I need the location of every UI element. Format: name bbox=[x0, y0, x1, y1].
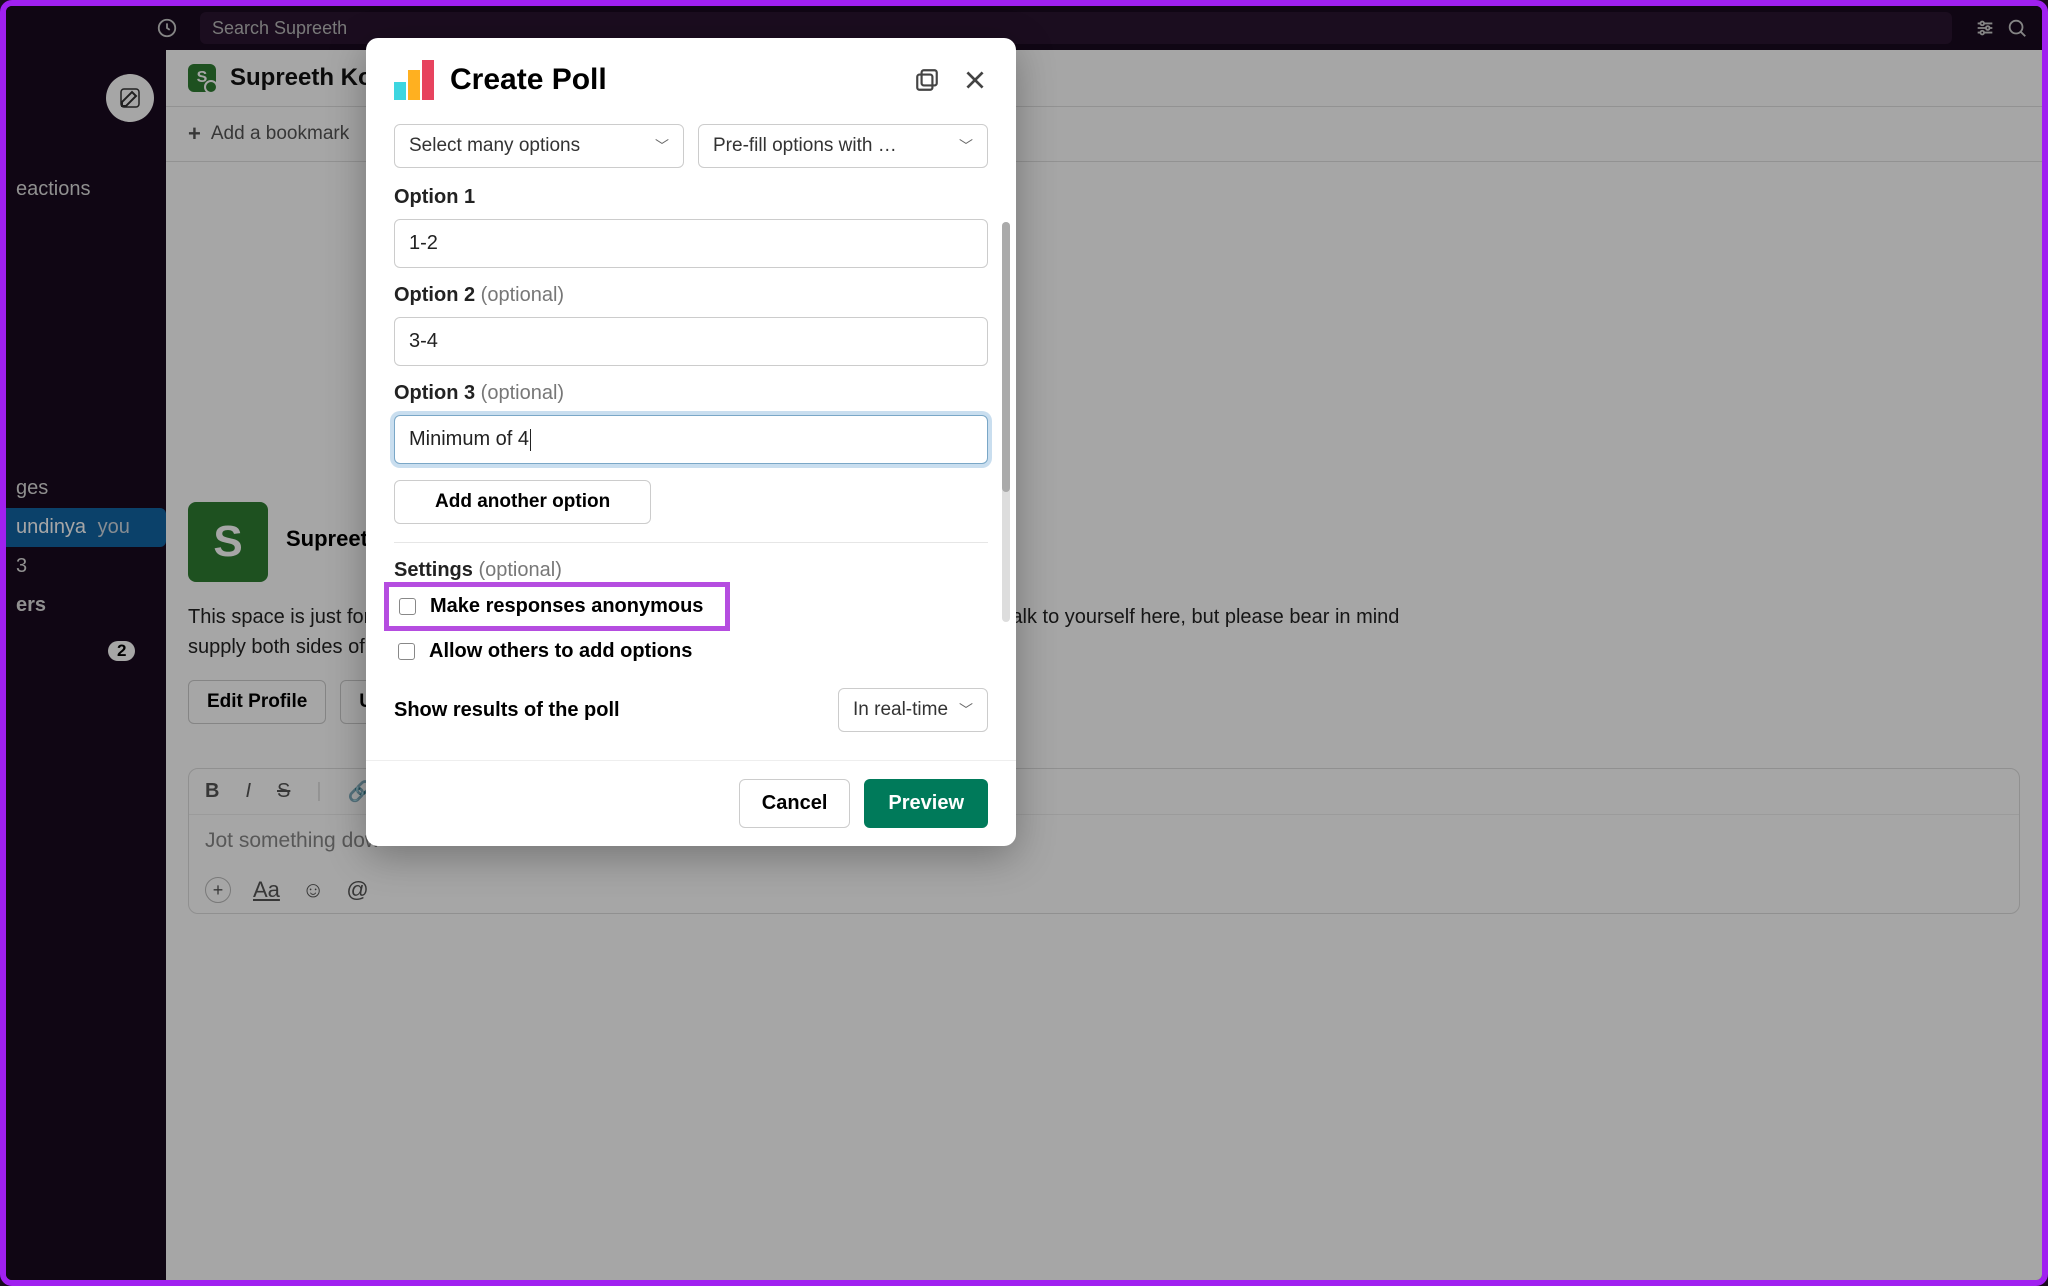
select-label: Select many options bbox=[409, 135, 580, 157]
option2-label: Option 2 (optional) bbox=[394, 284, 988, 307]
cancel-button[interactable]: Cancel bbox=[739, 779, 851, 828]
poll-app-icon bbox=[394, 60, 434, 100]
show-results-dropdown[interactable]: In real-time ﹀ bbox=[838, 688, 988, 732]
option3-input[interactable]: Minimum of 4 bbox=[394, 415, 988, 464]
chevron-down-icon: ﹀ bbox=[655, 136, 669, 156]
checkbox-icon[interactable] bbox=[398, 643, 415, 660]
allow-add-label: Allow others to add options bbox=[429, 640, 692, 663]
settings-label: Settings (optional) bbox=[394, 559, 988, 582]
anonymous-label: Make responses anonymous bbox=[430, 595, 703, 618]
option2-input[interactable]: 3-4 bbox=[394, 317, 988, 366]
option1-label: Option 1 bbox=[394, 186, 988, 209]
show-results-label: Show results of the poll bbox=[394, 699, 620, 722]
prefill-dropdown[interactable]: Pre-fill options with … ﹀ bbox=[698, 124, 988, 168]
chevron-down-icon: ﹀ bbox=[959, 700, 973, 720]
modal-title: Create Poll bbox=[450, 63, 898, 97]
select-many-dropdown[interactable]: Select many options ﹀ bbox=[394, 124, 684, 168]
anonymous-checkbox-row[interactable]: Make responses anonymous bbox=[395, 588, 707, 625]
highlight-annotation: Make responses anonymous bbox=[384, 582, 730, 631]
chevron-down-icon: ﹀ bbox=[959, 136, 973, 156]
checkbox-icon[interactable] bbox=[399, 598, 416, 615]
new-window-icon[interactable] bbox=[914, 67, 940, 93]
close-icon[interactable] bbox=[962, 67, 988, 93]
allow-add-checkbox-row[interactable]: Allow others to add options bbox=[394, 633, 988, 670]
select-label: In real-time bbox=[853, 699, 948, 721]
option3-label: Option 3 (optional) bbox=[394, 382, 988, 405]
select-label: Pre-fill options with … bbox=[713, 135, 897, 157]
create-poll-modal: Create Poll Select many options ﹀ Pre-fi… bbox=[366, 38, 1016, 846]
divider bbox=[394, 542, 988, 543]
option1-input[interactable]: 1-2 bbox=[394, 219, 988, 268]
add-option-button[interactable]: Add another option bbox=[394, 480, 651, 524]
preview-button[interactable]: Preview bbox=[864, 779, 988, 828]
scrollbar-thumb[interactable] bbox=[1002, 222, 1010, 492]
modal-overlay[interactable] bbox=[6, 6, 2042, 1280]
